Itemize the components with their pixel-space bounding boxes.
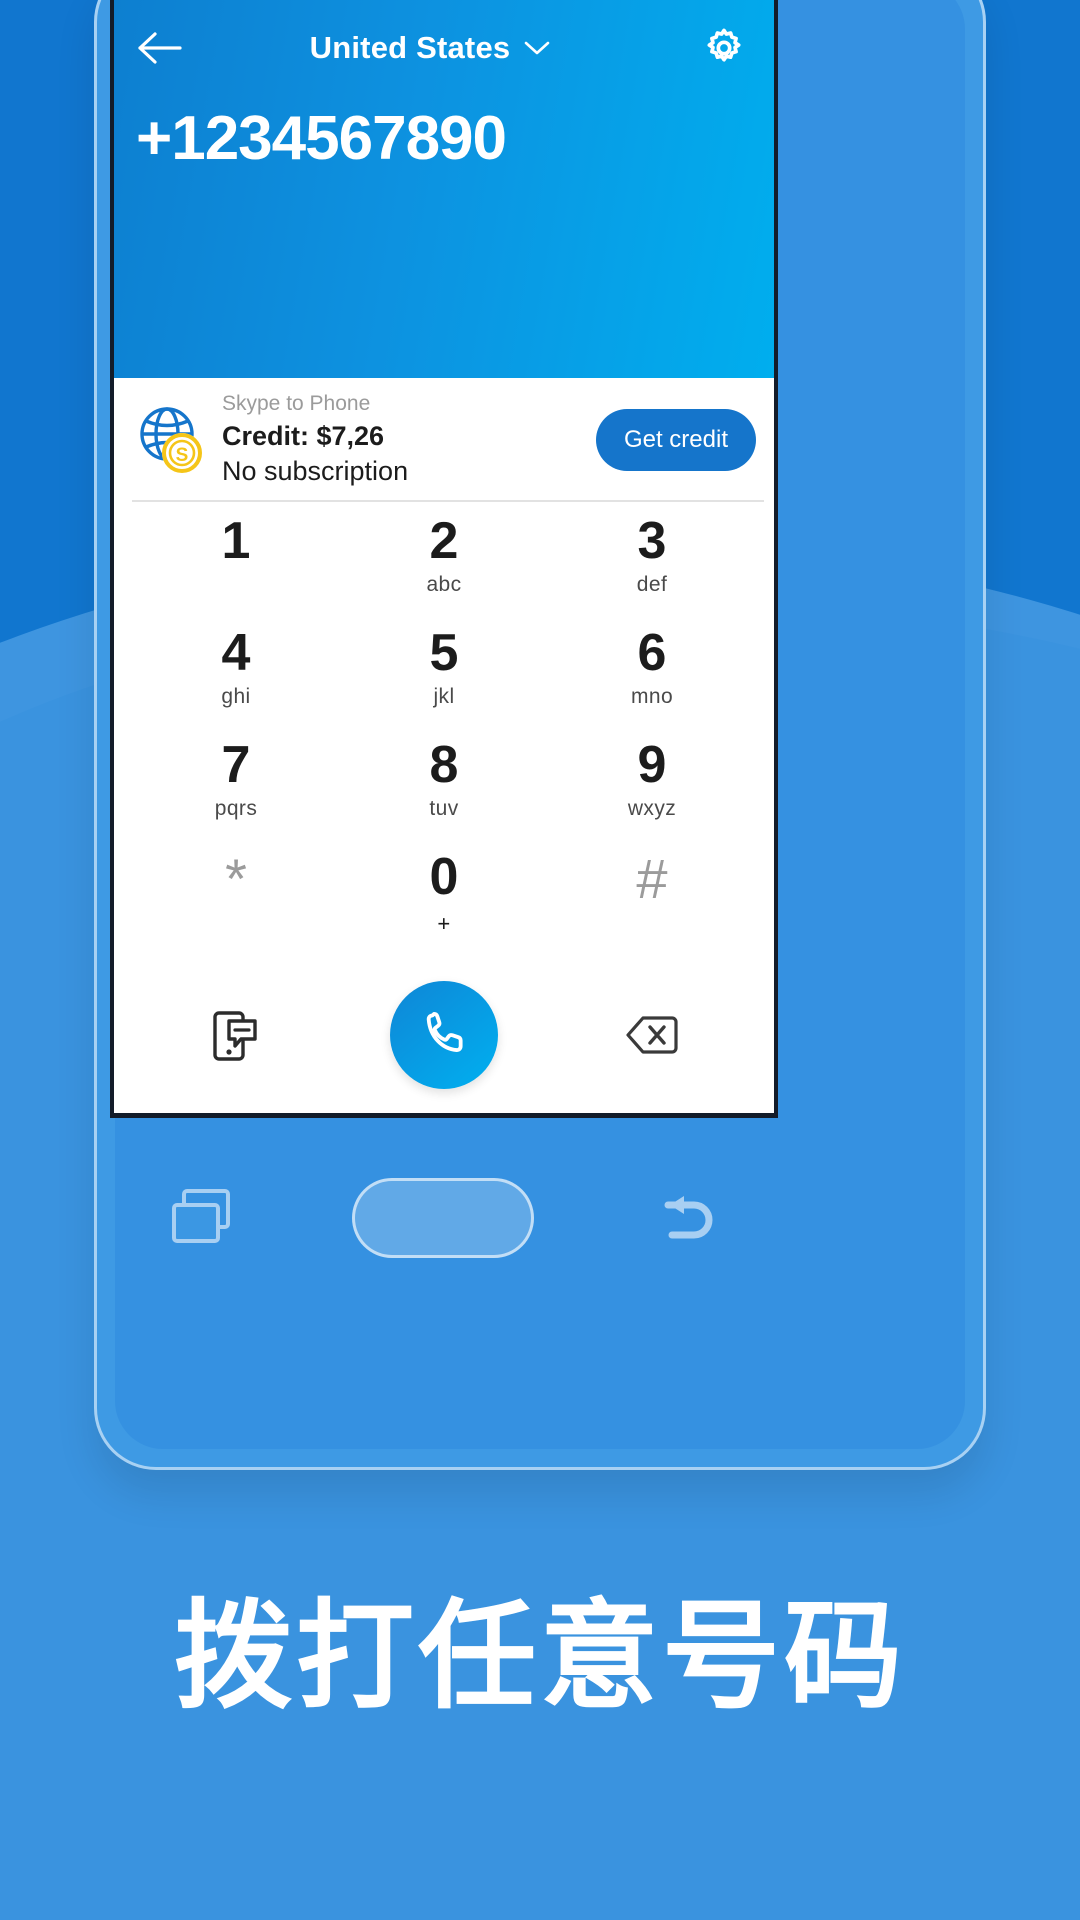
dialpad-key-hash[interactable]: # xyxy=(548,844,756,956)
dialpad-key-digit: 6 xyxy=(637,624,667,682)
recents-button[interactable] xyxy=(166,1181,240,1256)
credit-amount-label: Credit: $7,26 xyxy=(222,421,385,452)
dialpad-key-6[interactable]: 6 mno xyxy=(548,620,756,732)
svg-text:S: S xyxy=(176,445,189,466)
globe-coin-icon: S xyxy=(132,401,210,479)
dialpad-key-digit: 9 xyxy=(637,736,667,794)
dialpad-key-9[interactable]: 9 wxyz xyxy=(548,732,756,844)
sms-message-icon xyxy=(213,1011,257,1061)
credit-product-label: Skype to Phone xyxy=(222,392,371,416)
dialpad-key-digit: 1 xyxy=(221,512,251,570)
dialpad-key-digit: 3 xyxy=(637,512,667,570)
country-name-label: United States xyxy=(309,29,511,65)
settings-button[interactable] xyxy=(674,0,774,95)
home-button[interactable] xyxy=(352,1178,534,1258)
dialpad-key-1[interactable]: 1 xyxy=(132,508,340,620)
phone-screen: United States +1234567890 S Skype to Pho… xyxy=(110,0,778,1118)
android-navigation-bar xyxy=(110,1123,778,1313)
back-arrow-icon xyxy=(138,31,182,64)
dialpad-key-star[interactable]: * xyxy=(132,844,340,956)
dialpad-key-8[interactable]: 8 tuv xyxy=(340,732,548,844)
dialpad-key-7[interactable]: 7 pqrs xyxy=(132,732,340,844)
backspace-delete-icon xyxy=(626,1016,678,1054)
dialpad-key-digit: 5 xyxy=(429,624,459,682)
dialpad-key-letters: tuv xyxy=(429,796,459,820)
send-sms-button[interactable] xyxy=(132,1007,340,1063)
dialpad-key-letters: jkl xyxy=(433,684,455,708)
credit-text-block: Skype to Phone Credit: $7,26 No subscrip… xyxy=(222,390,596,488)
credit-divider xyxy=(132,500,764,502)
phone-handset-icon xyxy=(426,1011,463,1052)
dialpad-key-letters: pqrs xyxy=(214,796,258,820)
dialpad-key-3[interactable]: 3 def xyxy=(548,508,756,620)
dialpad-key-letters: mno xyxy=(630,684,674,708)
dialpad-key-5[interactable]: 5 jkl xyxy=(340,620,548,732)
skype-credit-bar: S Skype to Phone Credit: $7,26 No subscr… xyxy=(114,378,774,501)
android-back-button[interactable] xyxy=(646,1183,722,1254)
call-button-wrap xyxy=(340,981,548,1089)
dialpad-key-letters: abc xyxy=(426,572,462,596)
dialer-header: United States +1234567890 xyxy=(114,0,774,378)
android-back-icon xyxy=(664,1195,713,1238)
gear-icon xyxy=(707,28,741,62)
dialpad-key-2[interactable]: 2 abc xyxy=(340,508,548,620)
dialpad-key-4[interactable]: 4 ghi xyxy=(132,620,340,732)
chevron-down-icon xyxy=(525,41,550,54)
dialpad-key-digit: # xyxy=(636,847,668,910)
dialpad-key-letters: def xyxy=(636,572,668,596)
dialpad-key-letters: + xyxy=(437,910,451,936)
top-app-bar: United States xyxy=(114,0,774,95)
subscription-status-label: No subscription xyxy=(222,455,409,486)
promo-caption: 拨打任意号码 xyxy=(173,1587,906,1725)
country-selector[interactable]: United States xyxy=(186,30,674,66)
dialed-number-display[interactable]: +1234567890 xyxy=(136,103,507,174)
dialpad-key-digit: 7 xyxy=(221,736,251,794)
dialpad-key-digit: 0 xyxy=(429,848,459,906)
backspace-button[interactable] xyxy=(548,1013,756,1057)
get-credit-button[interactable]: Get credit xyxy=(595,408,756,471)
dialpad-key-digit: 4 xyxy=(221,624,251,682)
call-button[interactable] xyxy=(390,981,498,1089)
dialpad-key-letters: wxyz xyxy=(627,796,677,820)
recents-squares-icon xyxy=(172,1188,230,1243)
dialer-action-row xyxy=(114,960,774,1110)
dialpad-key-digit: 2 xyxy=(429,512,459,570)
dialpad-key-0[interactable]: 0 + xyxy=(340,844,548,956)
dialpad-key-digit: 8 xyxy=(429,736,459,794)
dialpad-key-digit: * xyxy=(225,847,247,910)
dialpad: 1 2 abc 3 def 4 ghi 5 jkl 6 mno 7 pqrs 8 xyxy=(114,508,774,956)
dialpad-key-letters: ghi xyxy=(221,684,251,708)
